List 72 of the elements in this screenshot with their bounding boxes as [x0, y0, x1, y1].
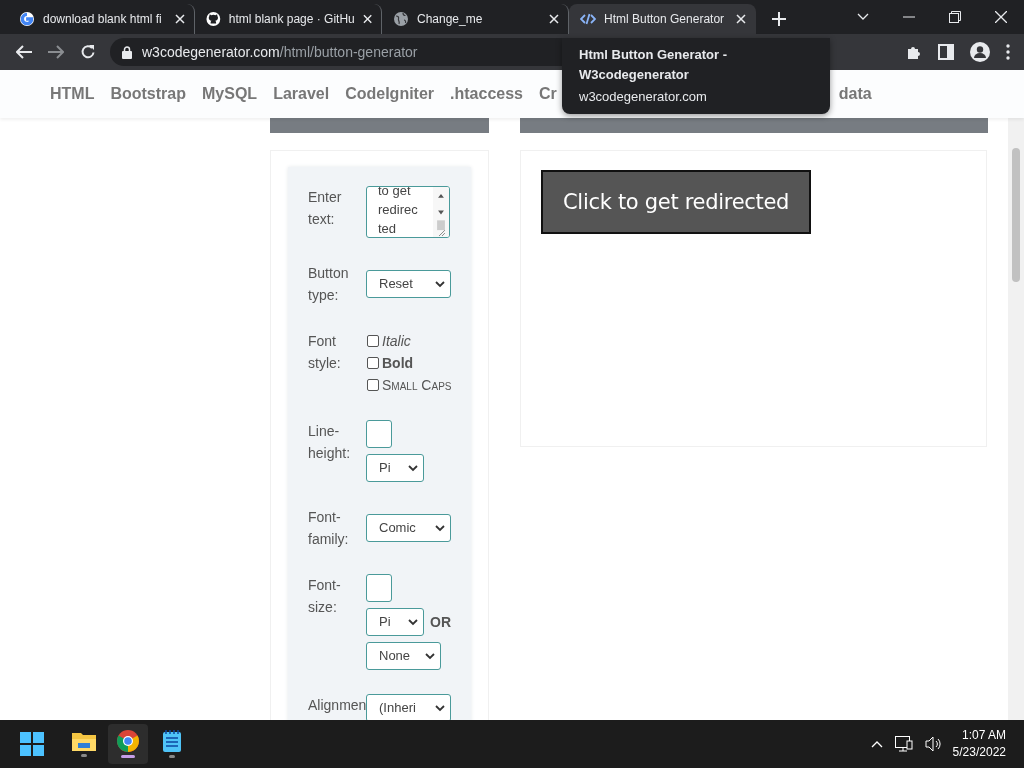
github-icon [206, 11, 221, 27]
profile-icon[interactable] [970, 42, 990, 62]
chevron-down-icon [435, 524, 445, 532]
nav-link[interactable]: Bootstrap [110, 85, 186, 103]
unit-select[interactable]: Pi [366, 608, 424, 636]
field-label: Alignmen [308, 696, 366, 715]
select-field[interactable]: Reset [366, 270, 451, 298]
nav-link[interactable]: MySQL [202, 85, 258, 103]
lock-icon [122, 45, 132, 59]
tooltip-domain: w3codegenerator.com [579, 89, 708, 104]
field-label: Font style: [308, 332, 342, 373]
url-text: w3codegenerator.com/html/button-generator [142, 44, 418, 60]
checkbox[interactable] [367, 357, 379, 369]
text-area[interactable]: to get redirec ted [366, 186, 450, 238]
chevron-down-icon [408, 618, 418, 626]
close-icon [736, 14, 746, 24]
close-icon[interactable] [995, 11, 1007, 23]
clock[interactable]: 1:07 AM 5/23/2022 [952, 727, 1014, 761]
browser-tab[interactable]: Html Button Generator [569, 4, 756, 34]
reload-icon[interactable] [80, 44, 96, 60]
or-text: OR [430, 613, 451, 632]
field-label: Enter text: [308, 188, 343, 229]
notepad-icon [163, 730, 181, 752]
chevron-down-icon [408, 464, 418, 472]
code-icon [580, 11, 596, 27]
windows-start-icon[interactable] [20, 732, 44, 756]
forward-icon[interactable] [48, 45, 64, 59]
number-field[interactable] [366, 574, 392, 602]
nav-link[interactable]: .htaccess [450, 85, 523, 103]
checkbox[interactable] [367, 379, 379, 391]
close-icon [362, 14, 372, 24]
scrollbar-thumb[interactable] [1012, 148, 1020, 282]
nav-link[interactable]: Cr [539, 85, 557, 103]
network-icon[interactable] [894, 736, 913, 752]
field-label: Font-size: [308, 576, 342, 617]
scrollbar[interactable] [1008, 118, 1024, 720]
field-label: Button type: [308, 264, 350, 305]
nav-link[interactable]: Laravel [273, 85, 330, 103]
number-field[interactable] [366, 420, 392, 448]
nav-link[interactable]: CodeIgniter [345, 85, 435, 103]
chevron-down-icon [435, 704, 445, 712]
checkbox[interactable] [367, 335, 379, 347]
checkbox-label: Bold [382, 355, 414, 371]
chevron-down-icon [425, 652, 435, 660]
close-icon [549, 14, 559, 24]
select-field[interactable]: (Inheri [366, 694, 451, 720]
preview-button[interactable]: Click to get redirected [541, 170, 812, 234]
field-label: Font-family: [308, 508, 350, 549]
chevron-down-icon [435, 280, 445, 288]
checkbox-label: Small Caps [382, 377, 452, 393]
new-tab-icon[interactable] [772, 12, 786, 26]
chevron-down-icon[interactable] [857, 13, 869, 21]
back-icon[interactable] [16, 45, 32, 59]
checkbox-label: Italic [382, 333, 411, 349]
puzzle-icon[interactable] [906, 44, 922, 60]
side-panel-icon[interactable] [938, 44, 954, 60]
unit-select[interactable]: Pi [366, 454, 424, 482]
chrome-icon [117, 730, 139, 752]
google-icon [19, 11, 35, 27]
nav-link[interactable]: data [838, 85, 872, 103]
nav-link[interactable]: HTML [50, 85, 95, 103]
volume-icon[interactable] [924, 736, 943, 752]
size-select[interactable]: None [366, 642, 441, 670]
field-label: Line-height: [308, 422, 352, 463]
taskbar-app[interactable] [108, 724, 148, 764]
chevron-up-icon[interactable] [870, 740, 883, 748]
select-field[interactable]: Comic [366, 514, 451, 542]
folder-icon [72, 731, 96, 751]
restore-icon[interactable] [949, 11, 961, 23]
menu-icon[interactable] [1006, 44, 1010, 60]
close-icon [175, 14, 185, 24]
globe-icon [393, 11, 409, 27]
